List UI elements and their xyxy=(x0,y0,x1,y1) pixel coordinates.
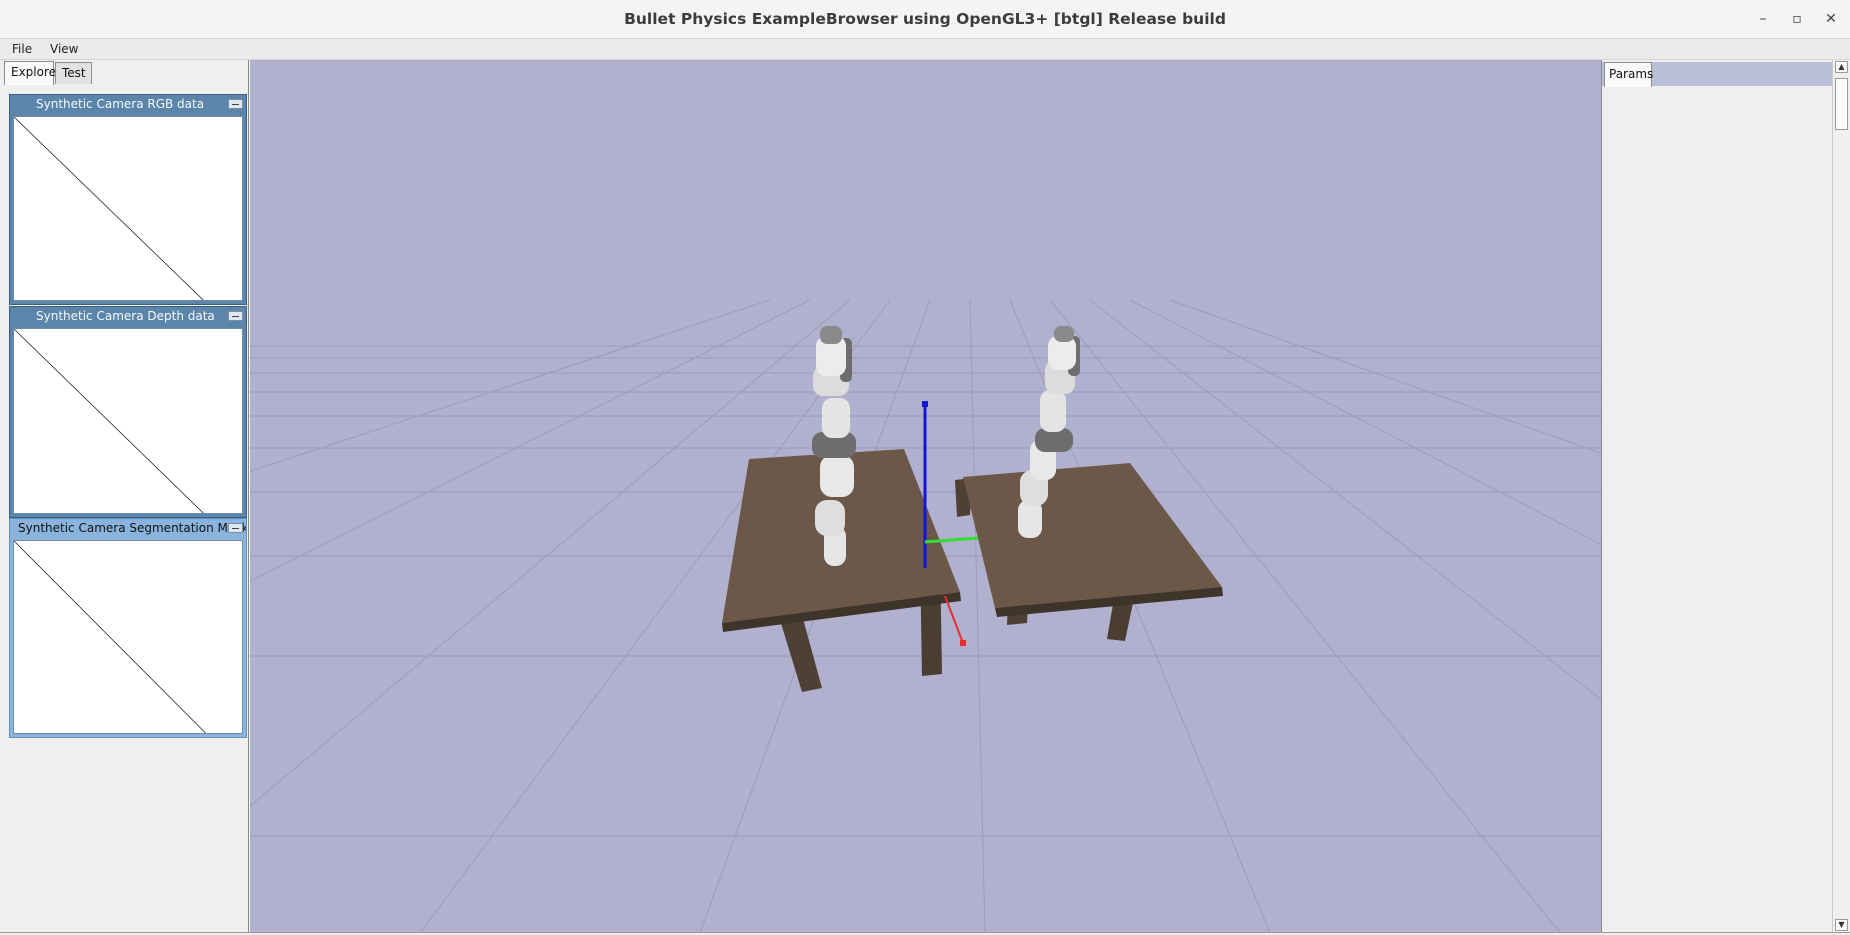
minimize-window-icon[interactable] xyxy=(228,311,243,321)
depth-camera-window[interactable]: Synthetic Camera Depth data xyxy=(9,306,247,518)
menu-file[interactable]: File xyxy=(12,42,32,56)
rgb-camera-window[interactable]: Synthetic Camera RGB data xyxy=(9,94,247,305)
title-bar: Bullet Physics ExampleBrowser using Open… xyxy=(0,0,1850,39)
rgb-camera-view xyxy=(13,116,243,301)
params-panel: Params xyxy=(1601,60,1832,933)
scene-canvas xyxy=(250,299,1601,933)
scroll-down-icon[interactable]: ▼ xyxy=(1835,919,1848,931)
tab-params[interactable]: Params xyxy=(1604,62,1653,87)
segmentation-camera-view xyxy=(13,540,243,734)
rgb-camera-title: Synthetic Camera RGB data xyxy=(36,97,205,111)
tab-explorer[interactable]: Explorer xyxy=(4,61,61,85)
3d-viewport[interactable] xyxy=(250,60,1601,933)
minimize-icon[interactable]: – xyxy=(1752,8,1774,30)
vertical-scrollbar[interactable]: ▲ ▼ xyxy=(1832,60,1850,933)
depth-camera-view xyxy=(13,328,243,514)
minimize-window-icon[interactable] xyxy=(228,99,243,109)
scroll-thumb[interactable] xyxy=(1835,78,1848,130)
restore-icon[interactable]: ▫ xyxy=(1786,8,1808,30)
scroll-up-icon[interactable]: ▲ xyxy=(1835,61,1848,73)
depth-camera-title: Synthetic Camera Depth data xyxy=(36,309,215,323)
close-icon[interactable]: ✕ xyxy=(1820,8,1842,30)
minimize-window-icon[interactable] xyxy=(228,523,243,533)
menu-view[interactable]: View xyxy=(50,42,78,56)
menu-bar: File View xyxy=(0,39,1850,60)
segmentation-camera-title: Synthetic Camera Segmentation Mask xyxy=(18,521,246,535)
segmentation-camera-window[interactable]: Synthetic Camera Segmentation Mask xyxy=(9,518,247,738)
table-right xyxy=(955,463,1223,641)
tab-test[interactable]: Test xyxy=(55,62,92,84)
window-title: Bullet Physics ExampleBrowser using Open… xyxy=(624,10,1226,28)
explorer-panel: Explorer Test Synthetic Camera RGB data … xyxy=(0,60,249,933)
